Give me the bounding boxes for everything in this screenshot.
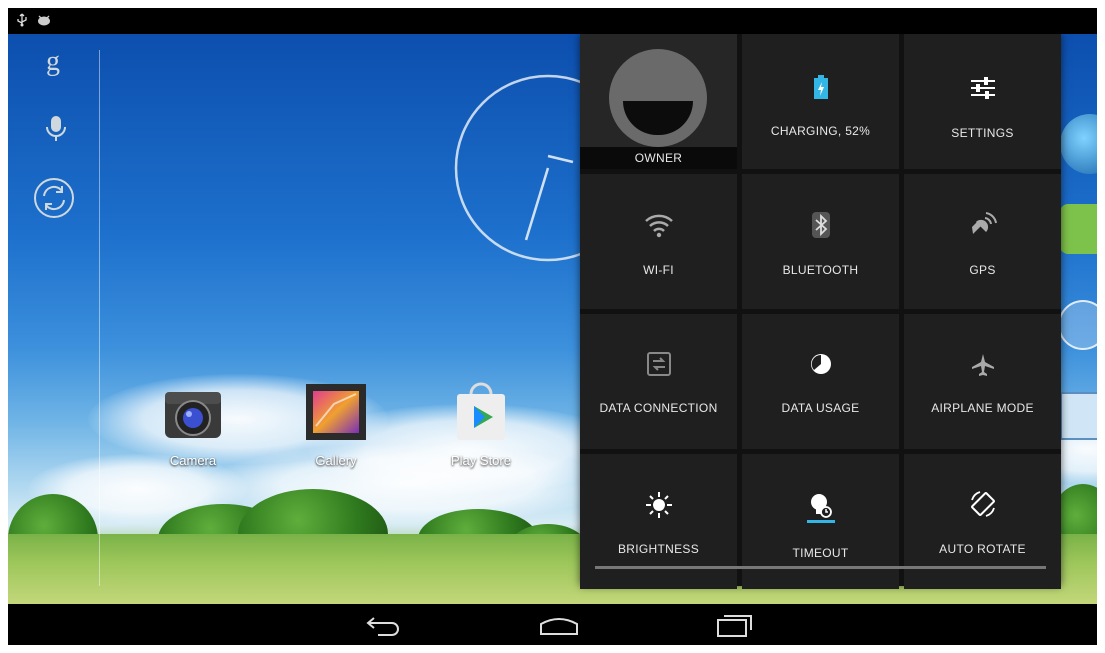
navigation-bar (8, 604, 1097, 645)
avatar-icon (609, 49, 707, 147)
quick-settings-handle[interactable] (595, 566, 1046, 569)
data-usage-icon (742, 353, 899, 383)
tile-bluetooth[interactable]: BLUETOOTH (742, 174, 899, 309)
app-gallery[interactable]: Gallery (291, 382, 381, 468)
status-bar (8, 8, 1097, 34)
bluetooth-icon (742, 211, 899, 241)
tile-label: BRIGHTNESS (617, 542, 699, 556)
airplane-icon (904, 353, 1061, 383)
tile-battery[interactable]: CHARGING, 52% (742, 34, 899, 169)
camera-icon (165, 392, 221, 438)
gallery-icon (306, 384, 366, 440)
svg-text:g: g (46, 46, 60, 77)
app-camera[interactable]: Camera (148, 382, 238, 468)
tile-label: DATA CONNECTION (599, 401, 718, 415)
messaging-app-icon[interactable] (1060, 204, 1097, 254)
tile-settings[interactable]: SETTINGS (904, 34, 1061, 169)
recent-apps-icon[interactable] (716, 612, 754, 643)
wifi-icon (580, 212, 737, 242)
tile-label: BLUETOOTH (782, 263, 859, 277)
tile-owner[interactable]: OWNER (580, 34, 737, 169)
tile-wifi[interactable]: WI-FI (580, 174, 737, 309)
brightness-icon (580, 492, 737, 522)
tile-label: TIMEOUT (792, 546, 849, 560)
app-label: Camera (169, 453, 217, 468)
tile-label: CHARGING, 52% (770, 124, 871, 138)
tile-label: GPS (969, 263, 996, 277)
sync-icon[interactable] (32, 176, 76, 225)
search-bar-divider (99, 50, 100, 586)
timeout-icon (742, 490, 899, 523)
browser-app-icon[interactable] (1060, 114, 1097, 174)
app-label: Play Store (451, 453, 511, 468)
tile-data-connection[interactable]: DATA CONNECTION (580, 314, 737, 449)
battery-charging-icon (742, 74, 899, 104)
tile-label: DATA USAGE (781, 401, 860, 415)
quick-settings-panel: OWNER CHARGING, 52% SETTINGS WI-FI BLUET… (580, 34, 1061, 589)
back-icon[interactable] (364, 612, 404, 643)
tile-airplane-mode[interactable]: AIRPLANE MODE (904, 314, 1061, 449)
app-play-store[interactable]: Play Store (436, 382, 526, 468)
gps-icon (904, 210, 1061, 240)
settings-sliders-icon (904, 76, 1061, 106)
usb-icon (16, 13, 28, 32)
email-app-icon[interactable] (1060, 392, 1097, 440)
tile-label: AUTO ROTATE (939, 542, 1026, 556)
auto-rotate-icon (904, 490, 1061, 520)
tile-label: OWNER (634, 151, 683, 165)
google-search-icon[interactable]: g (38, 42, 74, 83)
tile-data-usage[interactable]: DATA USAGE (742, 314, 899, 449)
tile-label: SETTINGS (951, 126, 1014, 140)
app-label: Gallery (315, 453, 357, 468)
data-connection-icon (580, 352, 737, 382)
device-screen: g Camera Gallery Play Store OWNER CHARGI… (8, 8, 1097, 645)
voice-search-icon[interactable] (38, 110, 74, 151)
tile-gps[interactable]: GPS (904, 174, 1061, 309)
home-icon[interactable] (538, 612, 580, 643)
tile-label: AIRPLANE MODE (931, 401, 1034, 415)
play-store-icon (457, 382, 505, 440)
android-debug-icon (36, 13, 52, 32)
all-apps-icon[interactable] (1058, 300, 1097, 350)
tile-label: WI-FI (643, 263, 674, 277)
